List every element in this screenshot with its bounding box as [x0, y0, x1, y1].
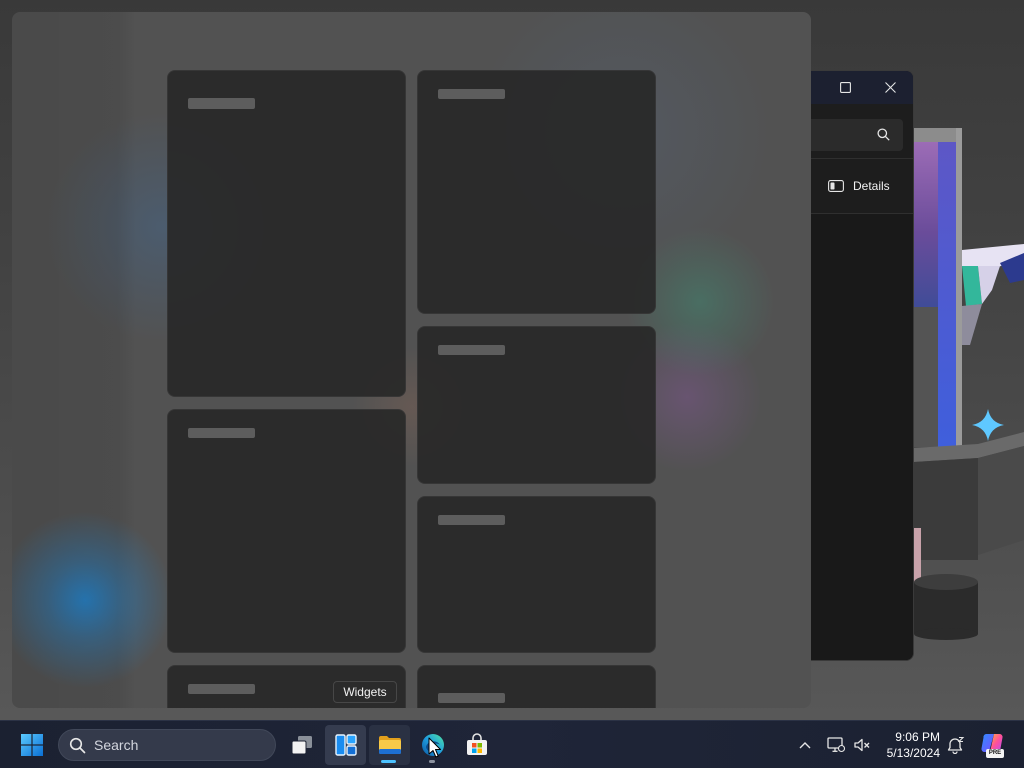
explorer-address-row: [811, 104, 913, 158]
active-app-indicator: [381, 760, 396, 763]
chevron-up-icon: [799, 742, 811, 749]
show-hidden-icons-button[interactable]: [793, 729, 817, 761]
widget-card-placeholder: [417, 326, 656, 484]
widget-title-placeholder: [438, 515, 505, 525]
widget-title-placeholder: [438, 89, 505, 99]
widgets-tooltip: Widgets: [333, 681, 397, 703]
volume-muted-icon: [854, 738, 870, 752]
file-explorer-window[interactable]: Details: [811, 70, 914, 661]
copilot-button[interactable]: PRE: [976, 727, 1010, 763]
file-explorer-icon: [378, 736, 401, 754]
sparkle-icon: [972, 409, 1004, 441]
search-placeholder: Search: [94, 737, 139, 753]
maximize-icon: [839, 82, 851, 93]
network-button[interactable]: [824, 729, 848, 761]
copilot-preview-badge: PRE: [986, 749, 1004, 758]
close-icon: [885, 82, 896, 93]
windows-start-icon: [21, 734, 43, 756]
clock[interactable]: 9:06 PM 5/13/2024: [872, 729, 940, 761]
notification-bell-icon: [947, 736, 965, 754]
start-button[interactable]: [12, 725, 52, 765]
widget-title-placeholder: [188, 428, 255, 438]
widgets-button[interactable]: [325, 725, 366, 765]
widget-title-placeholder: [188, 684, 255, 694]
maximize-button[interactable]: [822, 71, 868, 104]
widget-card-placeholder: [167, 409, 406, 653]
widgets-icon: [334, 734, 357, 756]
taskbar-search-box[interactable]: Search: [58, 729, 276, 761]
wallpaper-platforms: [914, 432, 1024, 640]
taskbar: Search 9:06 PM 5/13/2024 PRE: [0, 720, 1024, 768]
network-icon: [827, 737, 845, 753]
wallpaper-folded-ribbon: [962, 244, 1024, 345]
details-label: Details: [853, 179, 890, 193]
search-icon: [69, 737, 86, 754]
running-app-indicator: [429, 760, 435, 763]
task-view-button[interactable]: [281, 725, 322, 765]
search-icon: [877, 128, 890, 141]
explorer-search-box[interactable]: [811, 119, 903, 151]
explorer-command-bar: Details: [811, 159, 913, 213]
widget-card-placeholder: [417, 496, 656, 653]
widgets-board-side-region: [12, 12, 136, 708]
clock-time: 9:06 PM: [895, 730, 940, 744]
widget-card-placeholder: [417, 665, 656, 708]
details-pane-button[interactable]: Details: [821, 171, 907, 201]
wallpaper-frame: [914, 128, 962, 448]
close-button[interactable]: [868, 71, 913, 104]
volume-button[interactable]: [850, 729, 874, 761]
widget-card-placeholder: [417, 70, 656, 314]
clock-date: 5/13/2024: [886, 746, 940, 760]
widget-title-placeholder: [438, 345, 505, 355]
explorer-content-area[interactable]: [811, 214, 913, 660]
microsoft-store-button[interactable]: [456, 725, 497, 765]
tooltip-text: Widgets: [343, 685, 387, 699]
mouse-pointer-icon: [428, 737, 442, 759]
details-pane-icon: [828, 180, 844, 192]
file-explorer-button[interactable]: [369, 725, 410, 765]
widget-card-placeholder: [167, 70, 406, 397]
widgets-board[interactable]: [12, 12, 811, 708]
task-view-icon: [291, 736, 312, 755]
widget-title-placeholder: [188, 98, 255, 109]
notifications-button[interactable]: [944, 729, 968, 761]
widget-title-placeholder: [438, 693, 505, 703]
explorer-title-bar[interactable]: [811, 71, 913, 104]
microsoft-store-icon: [466, 733, 487, 755]
